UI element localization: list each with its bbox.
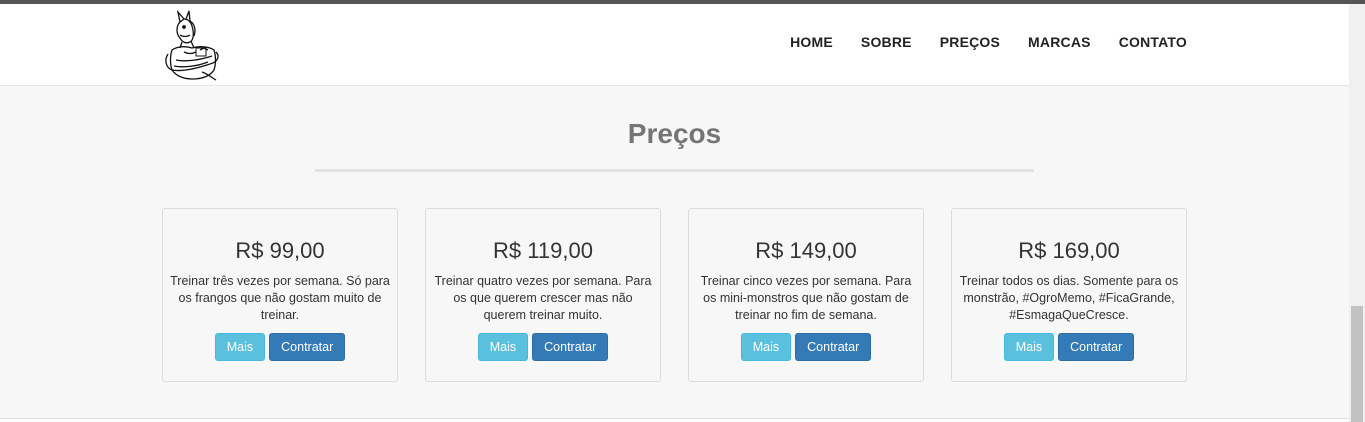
plan-description: Treinar três vezes por semana. Só para o…: [170, 274, 390, 322]
hire-button[interactable]: Contratar: [269, 333, 346, 361]
nav-marcas-link[interactable]: MARCAS: [1028, 34, 1091, 50]
plan-description: Treinar cinco vezes por semana. Para os …: [700, 274, 912, 322]
hire-button[interactable]: Contratar: [1058, 333, 1135, 361]
section-title: Preços: [627, 118, 722, 149]
plan-price: R$ 169,00: [1018, 238, 1120, 263]
main-nav: HOME SOBRE PREÇOS MARCAS CONTATO: [762, 34, 1187, 50]
plan-buttons: Mais Contratar: [689, 333, 923, 361]
plan-description: Treinar todos os dias. Somente para os m…: [959, 274, 1179, 322]
plan-price: R$ 119,00: [493, 238, 593, 263]
pricing-card: R$ 99,00 Treinar três vezes por semana. …: [162, 208, 398, 382]
scrollbar-thumb[interactable]: [1351, 306, 1363, 422]
horse-mascot-logo-icon[interactable]: [158, 8, 224, 82]
more-button[interactable]: Mais: [477, 333, 529, 361]
plan-buttons: Mais Contratar: [952, 333, 1186, 361]
plan-price: R$ 149,00: [755, 238, 857, 263]
hire-button[interactable]: Contratar: [795, 333, 872, 361]
hire-button[interactable]: Contratar: [532, 333, 609, 361]
more-button[interactable]: Mais: [740, 333, 792, 361]
more-button[interactable]: Mais: [214, 333, 266, 361]
nav-sobre-link[interactable]: SOBRE: [861, 34, 912, 50]
next-section-edge: [0, 418, 1349, 422]
plan-buttons: Mais Contratar: [426, 333, 660, 361]
pricing-card: R$ 169,00 Treinar todos os dias. Somente…: [951, 208, 1187, 382]
title-divider: [315, 169, 1034, 172]
plan-price: R$ 99,00: [235, 238, 325, 263]
navbar: HOME SOBRE PREÇOS MARCAS CONTATO: [0, 4, 1349, 86]
pricing-card: R$ 119,00 Treinar quatro vezes por seman…: [425, 208, 661, 382]
nav-contato-link[interactable]: CONTATO: [1119, 34, 1187, 50]
vertical-scrollbar[interactable]: [1349, 4, 1365, 422]
pricing-card: R$ 149,00 Treinar cinco vezes por semana…: [688, 208, 924, 382]
nav-home-link[interactable]: HOME: [790, 34, 833, 50]
nav-precos-link[interactable]: PREÇOS: [940, 34, 1000, 50]
plan-description: Treinar quatro vezes por semana. Para os…: [434, 274, 652, 322]
plan-buttons: Mais Contratar: [163, 333, 397, 361]
more-button[interactable]: Mais: [1003, 333, 1055, 361]
